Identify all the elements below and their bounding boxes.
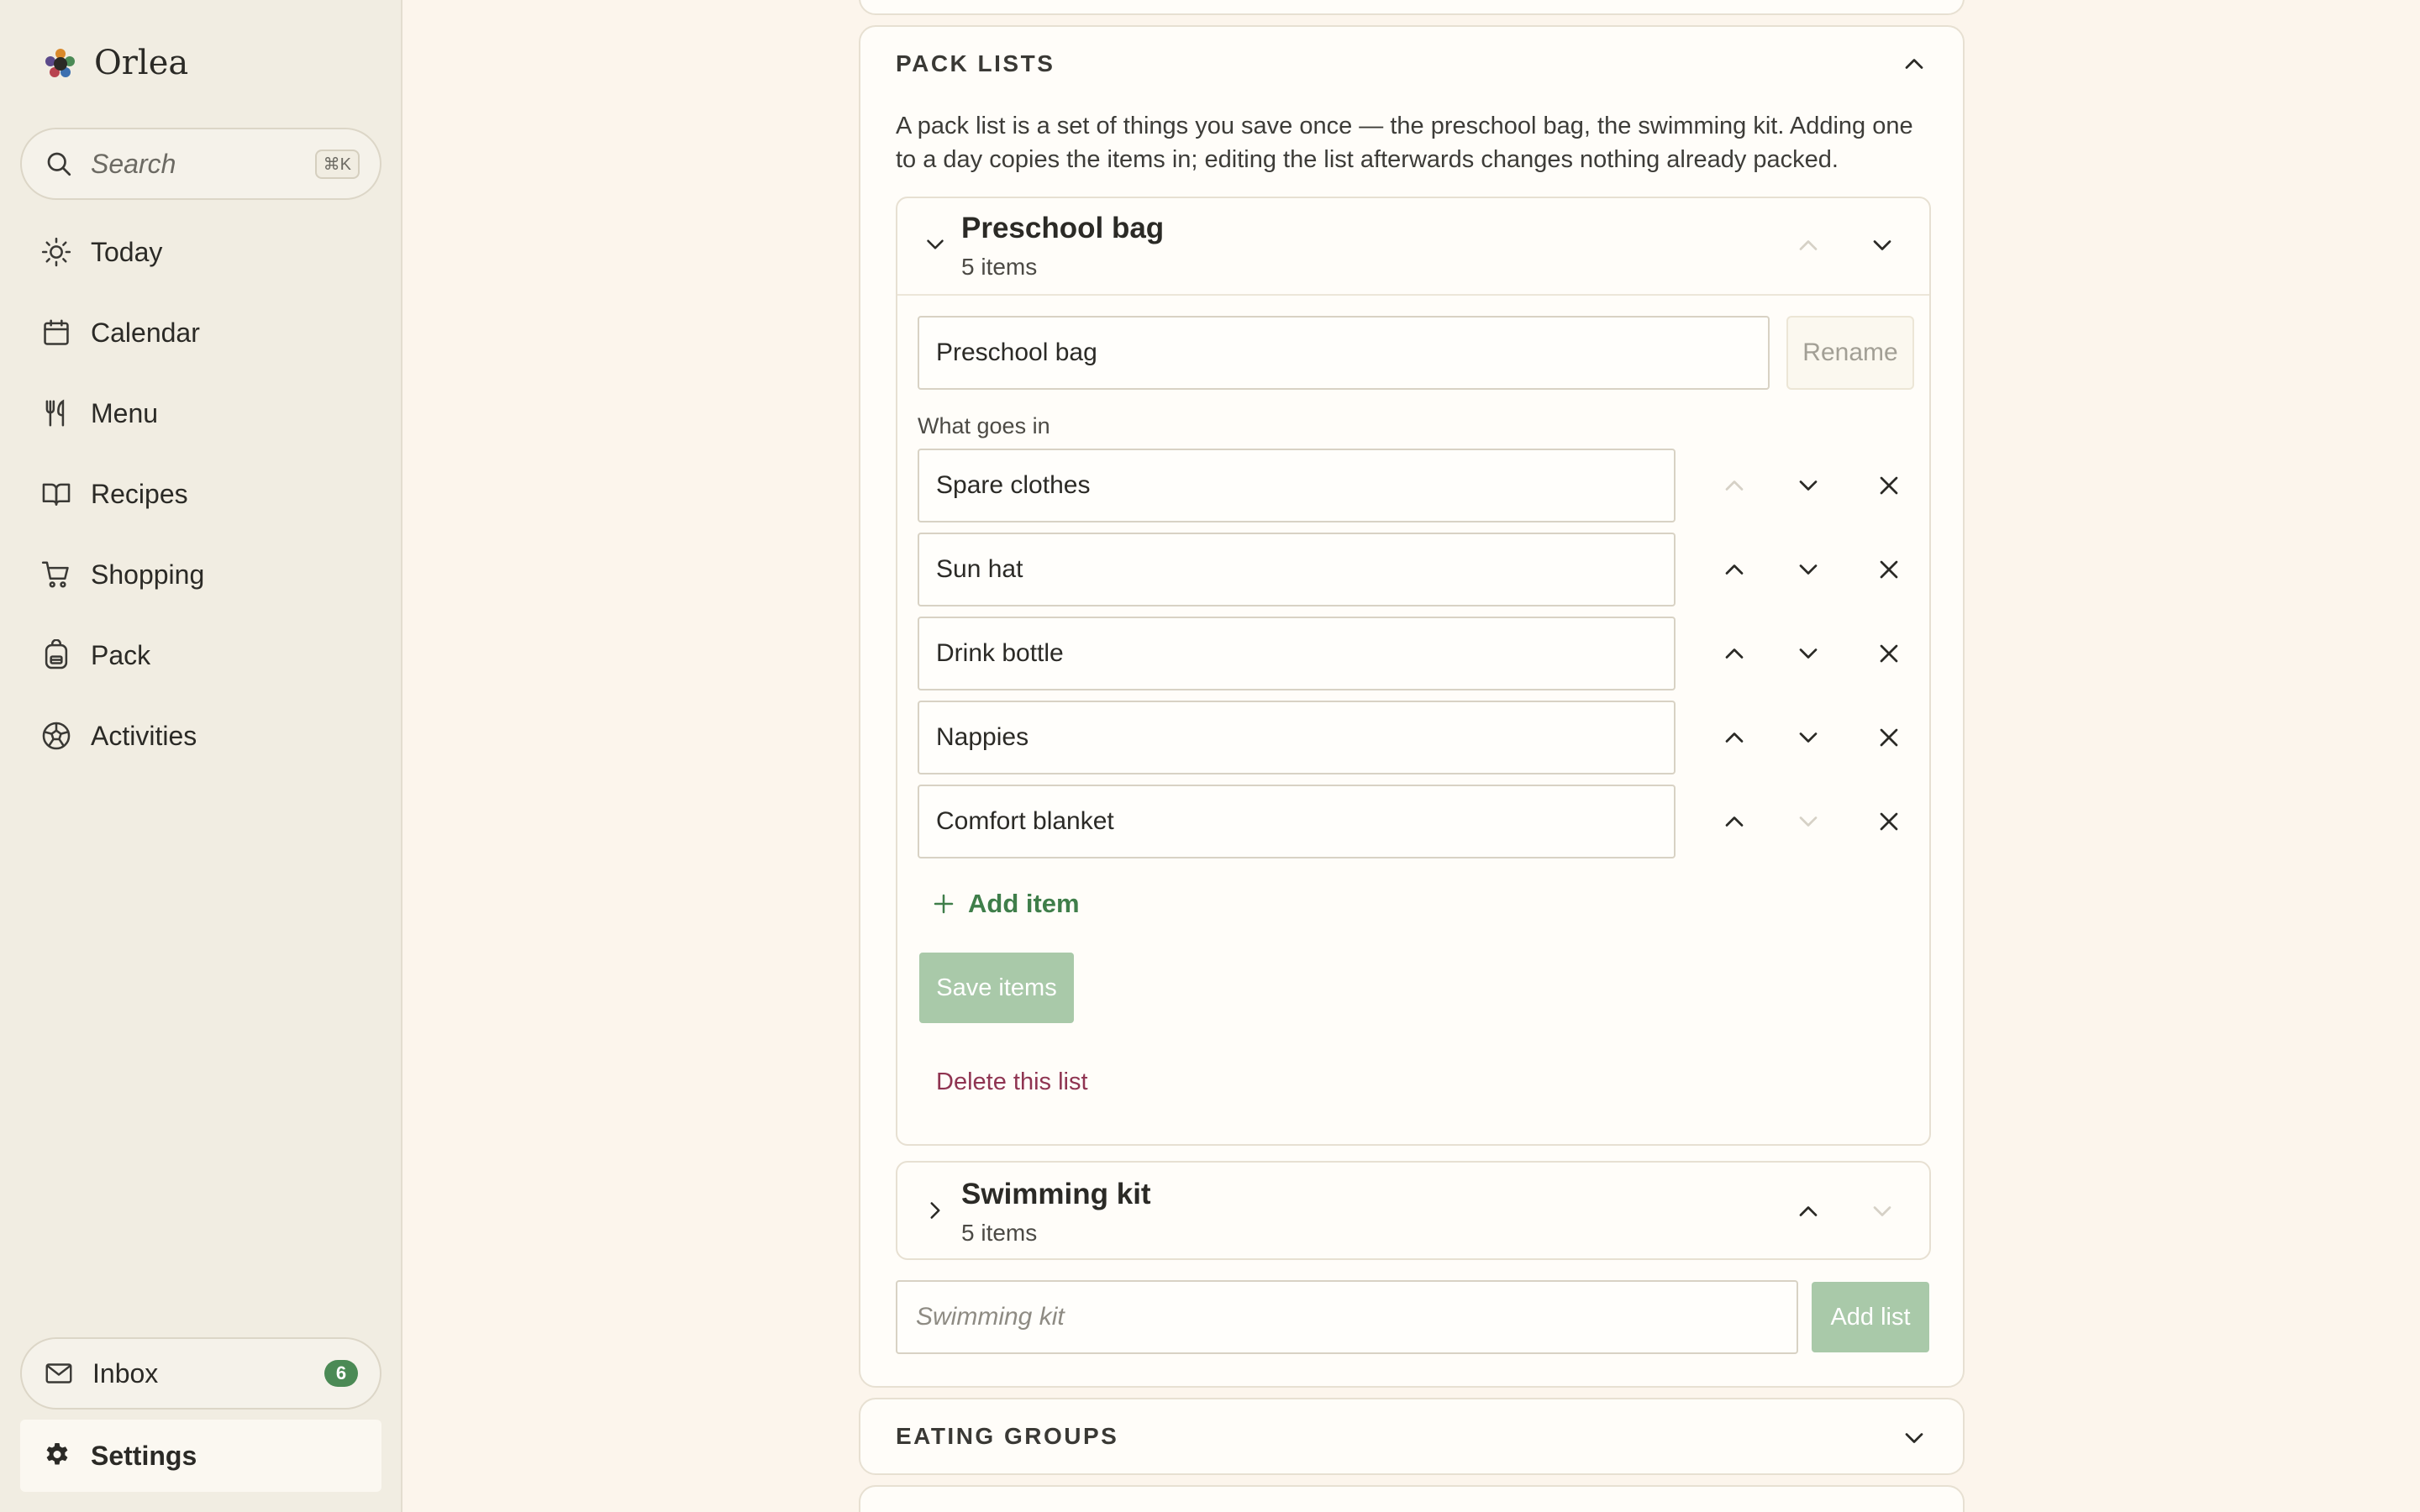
plus-icon — [934, 894, 954, 914]
nav-item-pack[interactable]: Pack — [20, 615, 381, 696]
section-title: EATING GROUPS — [896, 1423, 1119, 1449]
pack-list-name: Preschool bag — [961, 212, 1165, 244]
ball-icon — [42, 722, 71, 750]
search-icon — [47, 152, 71, 176]
pack-list-card: Preschool bag 5 items Preschool bag Rena… — [896, 197, 1931, 1146]
section-description: A pack list is a set of things you save … — [896, 113, 1913, 173]
book-icon — [42, 483, 71, 506]
utensils-icon — [45, 399, 65, 427]
pack-list-name: Swimming kit — [961, 1178, 1151, 1210]
search-placeholder: Search — [91, 148, 176, 179]
move-item-down-icon[interactable] — [1793, 806, 1823, 837]
app-name: Orlea — [94, 44, 189, 82]
collapse-section-icon[interactable] — [1899, 49, 1929, 79]
pack-lists-section: PACK LISTS A pack list is a set of thing… — [859, 25, 1965, 1388]
item-input[interactable]: Drink bottle — [918, 617, 1676, 690]
chevron-down-icon[interactable] — [921, 230, 950, 259]
move-item-up-icon[interactable] — [1719, 806, 1749, 837]
move-item-down-icon[interactable] — [1793, 470, 1823, 501]
pack-list-card: Swimming kit 5 items — [896, 1161, 1931, 1260]
move-item-down-icon[interactable] — [1793, 554, 1823, 585]
remove-item-icon[interactable] — [1874, 638, 1904, 669]
backpack-icon — [45, 639, 68, 669]
calendar-icon — [44, 319, 69, 345]
eating-groups-section[interactable]: EATING GROUPS — [859, 1398, 1965, 1475]
nav-item-inbox[interactable]: Inbox 6 — [20, 1337, 381, 1410]
item-input[interactable]: Spare clothes — [918, 449, 1676, 522]
item-input[interactable]: Comfort blanket — [918, 785, 1676, 858]
list-name-input[interactable]: Preschool bag — [918, 316, 1770, 390]
nav-label: Menu — [91, 397, 159, 428]
remove-item-icon[interactable] — [1874, 554, 1904, 585]
nav-item-shopping[interactable]: Shopping — [20, 534, 381, 615]
sidebar: Orlea Search ⌘K Today Calendar Menu Reci… — [0, 0, 402, 1512]
add-list-button[interactable]: Add list — [1812, 1282, 1929, 1352]
move-item-up-icon[interactable] — [1719, 638, 1749, 669]
brand[interactable]: Orlea — [42, 44, 188, 82]
move-list-down-icon[interactable] — [1867, 1196, 1897, 1226]
remove-item-icon[interactable] — [1874, 722, 1904, 753]
nav-item-today[interactable]: Today — [20, 212, 381, 292]
nav-label: Calendar — [91, 317, 200, 348]
move-list-down-icon[interactable] — [1867, 230, 1897, 260]
move-item-down-icon[interactable] — [1793, 722, 1823, 753]
nav-item-recipes[interactable]: Recipes — [20, 454, 381, 534]
nav-label: Today — [91, 236, 163, 267]
nav-item-calendar[interactable]: Calendar — [20, 292, 381, 373]
pack-list-editor: Preschool bag Rename What goes in Spare … — [897, 294, 1929, 1144]
item-input[interactable]: Sun hat — [918, 533, 1676, 606]
mail-icon — [45, 1363, 72, 1383]
move-item-up-icon[interactable] — [1719, 470, 1749, 501]
remove-item-icon[interactable] — [1874, 806, 1904, 837]
orlea-logo-icon — [45, 49, 75, 77]
main-nav: Today Calendar Menu Recipes Shopping Pac… — [20, 212, 381, 776]
nav-label: Pack — [91, 639, 151, 670]
rename-button[interactable]: Rename — [1786, 316, 1914, 390]
search-box[interactable]: Search ⌘K — [20, 128, 381, 200]
new-list-name-input[interactable]: Swimming kit — [896, 1280, 1798, 1354]
move-item-up-icon[interactable] — [1719, 722, 1749, 753]
pack-list-header[interactable]: Swimming kit 5 items — [897, 1163, 1929, 1258]
cart-icon — [41, 561, 69, 588]
previous-section-card — [859, 0, 1965, 15]
search-shortcut: ⌘K — [314, 149, 360, 179]
nav-item-activities[interactable]: Activities — [20, 696, 381, 776]
save-items-button[interactable]: Save items — [919, 953, 1074, 1023]
items-label: What goes in — [918, 413, 1050, 438]
section-title: PACK LISTS — [896, 50, 1055, 76]
expand-section-icon[interactable] — [1899, 1423, 1929, 1453]
move-list-up-icon[interactable] — [1793, 1196, 1823, 1226]
move-item-down-icon[interactable] — [1793, 638, 1823, 669]
settings-label: Settings — [91, 1440, 197, 1471]
item-input[interactable]: Nappies — [918, 701, 1676, 774]
nav-item-menu[interactable]: Menu — [20, 373, 381, 454]
nav-label: Shopping — [91, 559, 205, 590]
move-list-up-icon[interactable] — [1793, 230, 1823, 260]
nav-label: Recipes — [91, 478, 188, 509]
pack-list-header[interactable]: Preschool bag 5 items — [897, 198, 1929, 294]
move-item-up-icon[interactable] — [1719, 554, 1749, 585]
chevron-right-icon[interactable] — [921, 1196, 950, 1225]
nav-item-settings[interactable]: Settings — [20, 1420, 381, 1492]
remove-item-icon[interactable] — [1874, 470, 1904, 501]
delete-list-link[interactable]: Delete this list — [936, 1068, 1088, 1096]
inbox-label: Inbox — [92, 1357, 159, 1389]
next-section-card — [859, 1485, 1965, 1512]
sun-icon — [41, 237, 71, 267]
nav-label: Activities — [91, 720, 197, 751]
add-item-button[interactable]: Add item — [931, 889, 1080, 919]
inbox-count-badge: 6 — [324, 1360, 358, 1387]
pack-list-count: 5 items — [961, 1220, 1038, 1246]
add-item-label: Add item — [968, 889, 1080, 918]
pack-list-count: 5 items — [961, 254, 1038, 280]
gear-icon — [46, 1443, 68, 1465]
